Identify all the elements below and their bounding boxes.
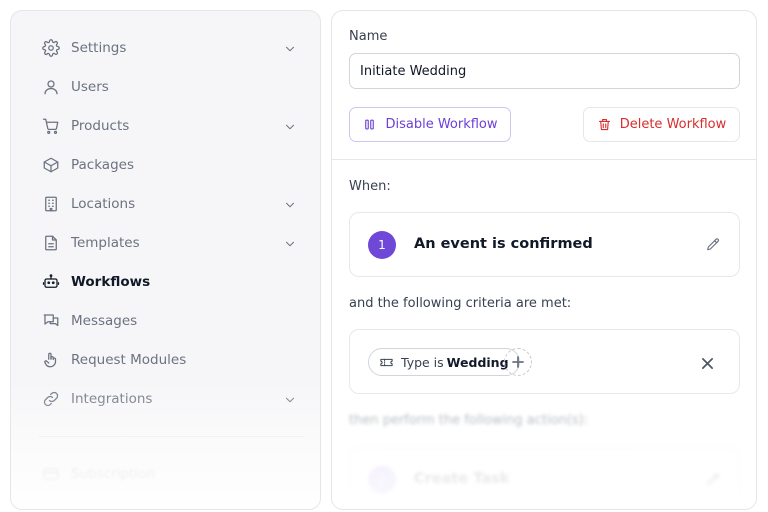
sidebar-item-request-modules[interactable]: Request Modules <box>41 346 301 374</box>
sidebar-item-locations[interactable]: Locations <box>41 190 301 218</box>
trash-icon <box>597 117 612 132</box>
sidebar-item-messages[interactable]: Messages <box>41 307 301 335</box>
trigger-title: An event is confirmed <box>414 236 593 252</box>
action-card[interactable]: 2 Create Task <box>349 447 740 509</box>
sidebar-item-label: Request Modules <box>71 352 187 368</box>
sidebar-item-subscription[interactable]: Subscription <box>41 460 301 488</box>
sidebar-item-label: Integrations <box>71 391 153 407</box>
sidebar-item-label: Settings <box>71 40 127 56</box>
criteria-chip[interactable]: Type is Wedding <box>368 348 520 376</box>
chevron-down-icon <box>283 197 297 211</box>
credit-card-icon <box>41 464 61 484</box>
sidebar: Settings Users Products Packages Locatio… <box>10 10 321 510</box>
name-label: Name <box>349 29 388 44</box>
pencil-icon <box>707 473 719 486</box>
sidebar-item-users[interactable]: Users <box>41 73 301 101</box>
add-criteria-button[interactable] <box>504 348 532 376</box>
criteria-card: Type is Wedding <box>349 329 740 394</box>
disable-workflow-label: Disable Workflow <box>385 117 498 132</box>
chevron-down-icon <box>283 41 297 55</box>
ticket-icon <box>379 355 394 370</box>
actions-label: then perform the following action(s): <box>349 413 589 428</box>
criteria-chip-prefix: Type is <box>401 354 444 370</box>
gear-icon <box>41 38 61 58</box>
sidebar-item-label: Products <box>71 118 130 134</box>
sidebar-item-label: Users <box>71 79 109 95</box>
chevron-down-icon <box>283 392 297 406</box>
sidebar-item-integrations[interactable]: Integrations <box>41 385 301 413</box>
package-icon <box>41 155 61 175</box>
delete-workflow-label: Delete Workflow <box>619 117 727 132</box>
action-title: Create Task <box>414 471 510 487</box>
sidebar-item-label: Locations <box>71 196 136 212</box>
sidebar-item-label: Subscription <box>71 466 155 482</box>
pencil-icon <box>707 238 719 251</box>
sidebar-item-label: Packages <box>71 157 134 173</box>
edit-trigger-button[interactable] <box>705 237 723 255</box>
panel-divider <box>332 159 756 160</box>
sidebar-item-packages[interactable]: Packages <box>41 151 301 179</box>
workflow-name-input[interactable] <box>349 53 740 89</box>
link-icon <box>41 389 61 409</box>
sidebar-item-templates[interactable]: Templates <box>41 229 301 257</box>
remove-criteria-button[interactable] <box>701 355 715 369</box>
chevron-down-icon <box>283 236 297 250</box>
robot-icon <box>41 272 61 292</box>
step-number-badge: 1 <box>368 231 396 259</box>
cart-icon <box>41 116 61 136</box>
edit-action-button[interactable] <box>705 472 723 490</box>
sidebar-item-products[interactable]: Products <box>41 112 301 140</box>
chat-bubbles-icon <box>41 311 61 331</box>
hand-pointer-icon <box>41 350 61 370</box>
delete-workflow-button[interactable]: Delete Workflow <box>583 107 740 142</box>
pause-icon <box>362 117 377 132</box>
close-icon <box>702 358 713 369</box>
sidebar-item-workflows[interactable]: Workflows <box>41 268 301 296</box>
criteria-label: and the following criteria are met: <box>349 296 572 311</box>
chevron-down-icon <box>283 119 297 133</box>
sidebar-divider <box>39 436 304 437</box>
step-number-badge: 2 <box>368 466 396 494</box>
sidebar-item-label: Workflows <box>71 274 151 290</box>
workflow-editor-panel: Name Disable Workflow Delete Workflow Wh… <box>331 10 757 510</box>
plus-icon <box>512 356 524 368</box>
document-icon <box>41 233 61 253</box>
when-label: When: <box>349 179 391 194</box>
criteria-chip-value: Wedding <box>446 354 509 370</box>
sidebar-item-settings[interactable]: Settings <box>41 34 301 62</box>
user-icon <box>41 77 61 97</box>
sidebar-item-label: Templates <box>71 235 140 251</box>
sidebar-item-label: Messages <box>71 313 138 329</box>
building-icon <box>41 194 61 214</box>
trigger-card[interactable]: 1 An event is confirmed <box>349 212 740 277</box>
disable-workflow-button[interactable]: Disable Workflow <box>349 107 511 142</box>
